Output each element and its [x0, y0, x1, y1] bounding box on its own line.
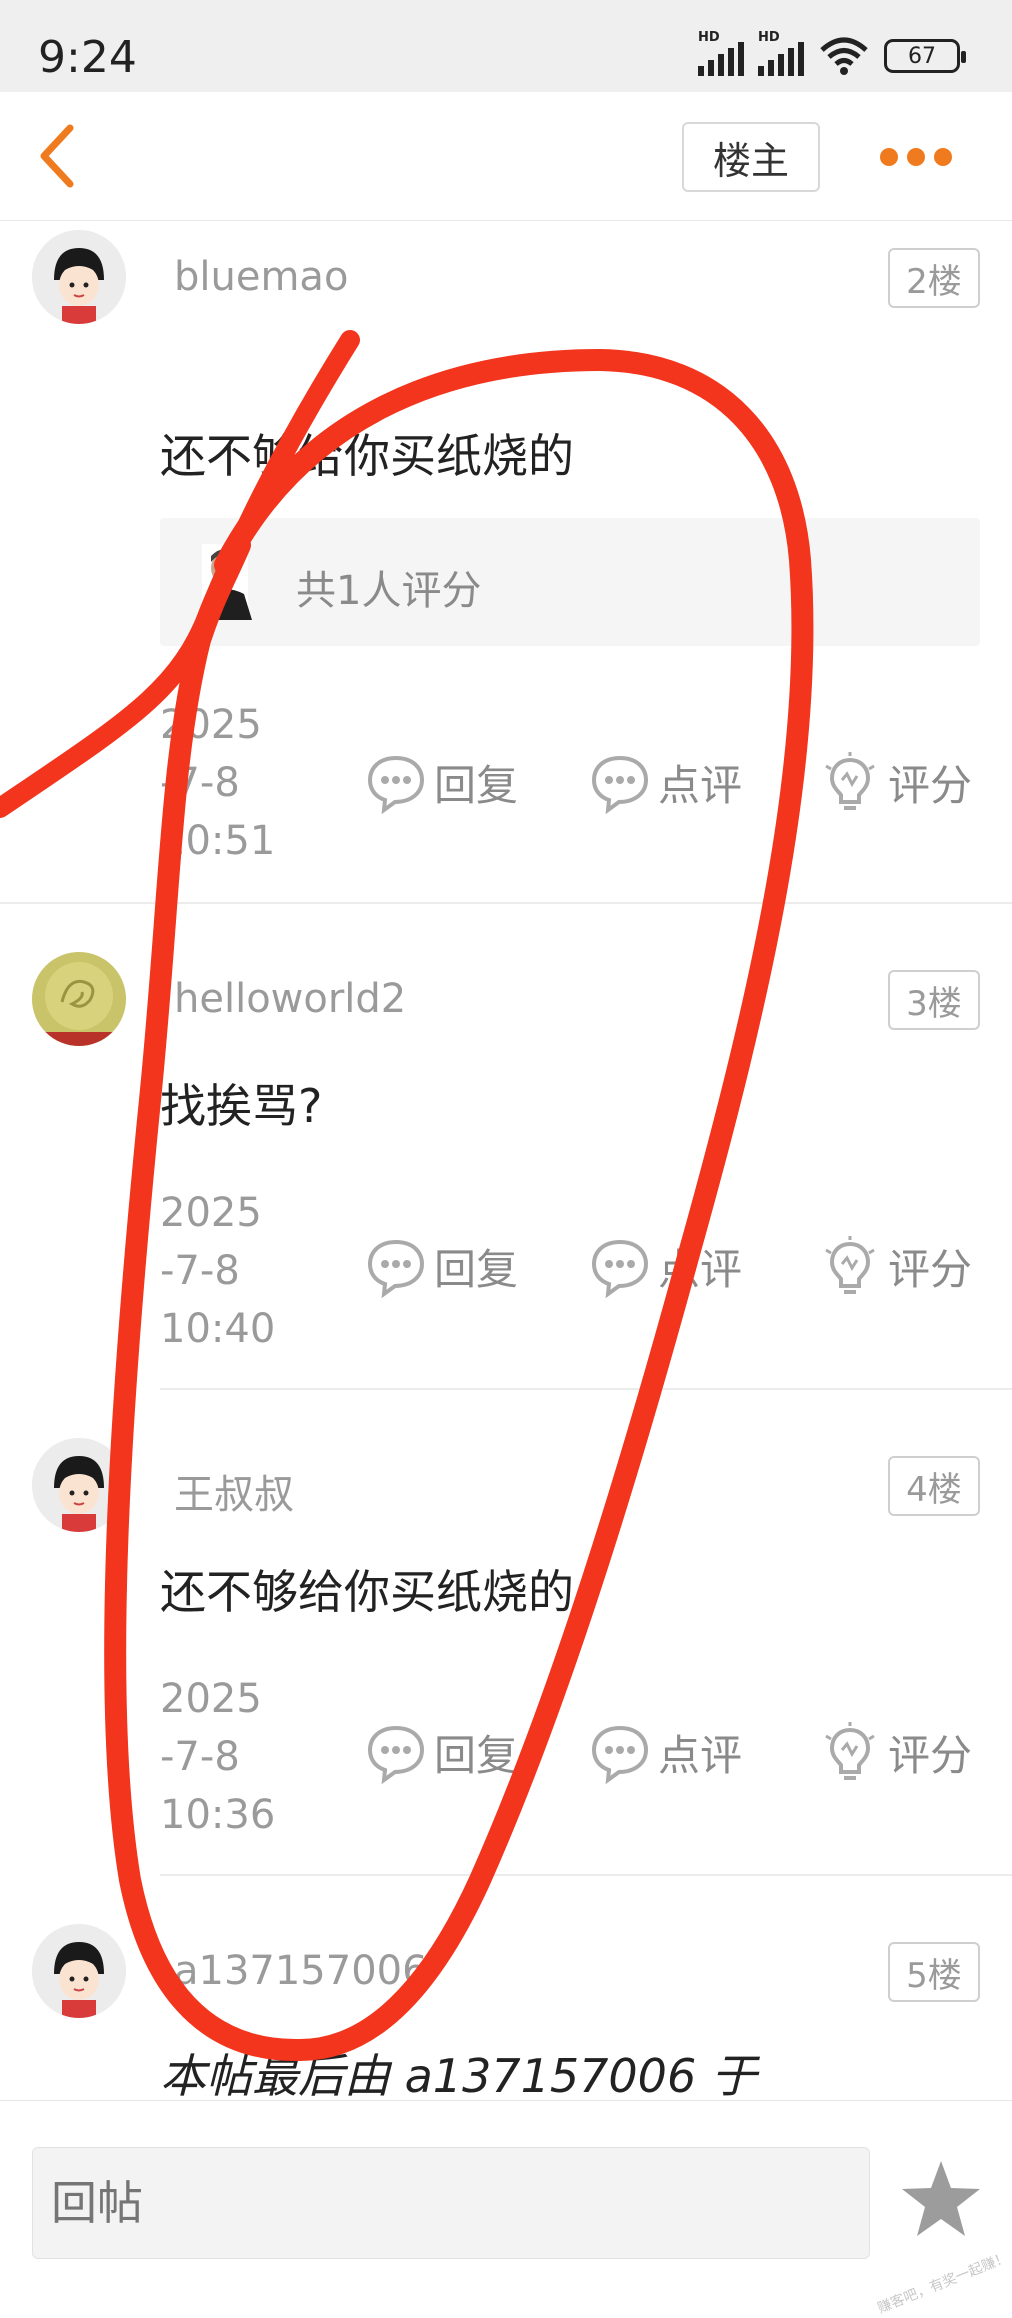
top-nav: 楼主 [0, 92, 1012, 221]
post-time: 2025 -7-8 10:51 [160, 696, 290, 870]
post-content: 本帖最后由 a137157006 于 [160, 2049, 757, 2103]
comment-label: 点评 [658, 1730, 743, 1780]
status-icons: HD HD 67 [698, 30, 966, 76]
rating-summary[interactable]: 共1人评分 [160, 518, 980, 646]
dragon-avatar-icon [32, 952, 126, 1046]
signal-icon-2: HD [758, 30, 804, 76]
post-content: 还不够给你买纸烧的 [160, 429, 574, 483]
rate-button[interactable]: 评分 [818, 1720, 972, 1784]
reply-button[interactable]: 回复 [364, 1720, 518, 1784]
username[interactable]: helloworld2 [174, 976, 406, 1022]
time-date: -7-8 [160, 1248, 240, 1294]
username[interactable]: bluemao [174, 254, 348, 300]
time-year: 2025 [160, 1676, 262, 1722]
avatar[interactable] [32, 952, 126, 1046]
time-date: -7-8 [160, 760, 240, 806]
floor-badge: 4楼 [888, 1456, 980, 1516]
post-floor-5: a137157006 5楼 本帖最后由 a137157006 于 [0, 1876, 1012, 2103]
chat-bubble-icon [591, 1725, 649, 1784]
time-year: 2025 [160, 1190, 262, 1236]
lightbulb-icon [825, 1722, 875, 1780]
wifi-icon [820, 37, 868, 75]
post-content: 找挨骂? [160, 1079, 323, 1133]
status-bar: 9:24 HD HD 67 [0, 0, 1012, 92]
rate-button[interactable]: 评分 [818, 750, 972, 814]
floor-badge: 5楼 [888, 1942, 980, 2002]
post-time: 2025 -7-8 10:36 [160, 1670, 290, 1844]
reply-label: 回复 [434, 1730, 519, 1780]
cartoon-avatar-icon [32, 1438, 126, 1532]
rate-label: 评分 [888, 1730, 973, 1780]
comment-label: 点评 [658, 1244, 743, 1294]
lightbulb-icon [825, 1236, 875, 1294]
reply-label: 回复 [434, 1244, 519, 1294]
time-clock: 10:40 [160, 1306, 276, 1352]
status-time: 9:24 [38, 32, 137, 83]
chat-bubble-icon [591, 755, 649, 814]
avatar[interactable] [32, 1924, 126, 2018]
reply-label: 回复 [434, 760, 519, 810]
hd-label: HD [698, 30, 720, 45]
op-only-button[interactable]: 楼主 [682, 122, 820, 192]
battery-icon: 67 [884, 39, 966, 73]
rate-button[interactable]: 评分 [818, 1234, 972, 1298]
floor-badge: 2楼 [888, 248, 980, 308]
comment-button[interactable]: 点评 [588, 1234, 742, 1298]
username[interactable]: a137157006 [174, 1948, 428, 1994]
post-time: 2025 -7-8 10:40 [160, 1184, 290, 1358]
time-date: -7-8 [160, 1734, 240, 1780]
star-icon[interactable] [898, 2157, 984, 2243]
avatar[interactable] [32, 230, 126, 324]
username[interactable]: 王叔叔 [174, 1462, 294, 1520]
reply-button[interactable]: 回复 [364, 750, 518, 814]
chat-bubble-icon [591, 1239, 649, 1298]
cartoon-avatar-icon [32, 230, 126, 324]
post-floor-4: 王叔叔 4楼 还不够给你买纸烧的 2025 -7-8 10:36 回复 点评 评… [0, 1390, 1012, 1876]
post-content: 还不够给你买纸烧的 [160, 1565, 574, 1619]
rating-count-text: 共1人评分 [296, 568, 482, 614]
chat-bubble-icon [367, 755, 425, 814]
rate-label: 评分 [888, 760, 973, 810]
comment-button[interactable]: 点评 [588, 750, 742, 814]
rater-avatar-icon [198, 544, 252, 620]
time-year: 2025 [160, 702, 262, 748]
cartoon-avatar-icon [32, 1924, 126, 2018]
comment-label: 点评 [658, 760, 743, 810]
avatar[interactable] [32, 1438, 126, 1532]
back-arrow-icon[interactable] [30, 118, 90, 194]
floor-badge: 3楼 [888, 970, 980, 1030]
time-clock: 10:36 [160, 1792, 276, 1838]
chat-bubble-icon [367, 1239, 425, 1298]
signal-icon: HD [698, 30, 744, 76]
hd-label-2: HD [758, 30, 780, 45]
chat-bubble-icon [367, 1725, 425, 1784]
reply-input[interactable] [32, 2147, 870, 2259]
post-floor-3: helloworld2 3楼 找挨骂? 2025 -7-8 10:40 回复 点… [0, 904, 1012, 1390]
reply-button[interactable]: 回复 [364, 1234, 518, 1298]
bottom-bar: 赚客吧，有奖一起赚！ www.zuanke8.com [0, 2100, 1012, 2317]
rate-label: 评分 [888, 1244, 973, 1294]
post-floor-2: bluemao 2楼 还不够给你买纸烧的 共1人评分 2025 -7-8 10:… [0, 222, 1012, 904]
lightbulb-icon [825, 752, 875, 810]
more-icon[interactable] [880, 132, 952, 182]
time-clock: 10:51 [160, 818, 276, 864]
comment-button[interactable]: 点评 [588, 1720, 742, 1784]
